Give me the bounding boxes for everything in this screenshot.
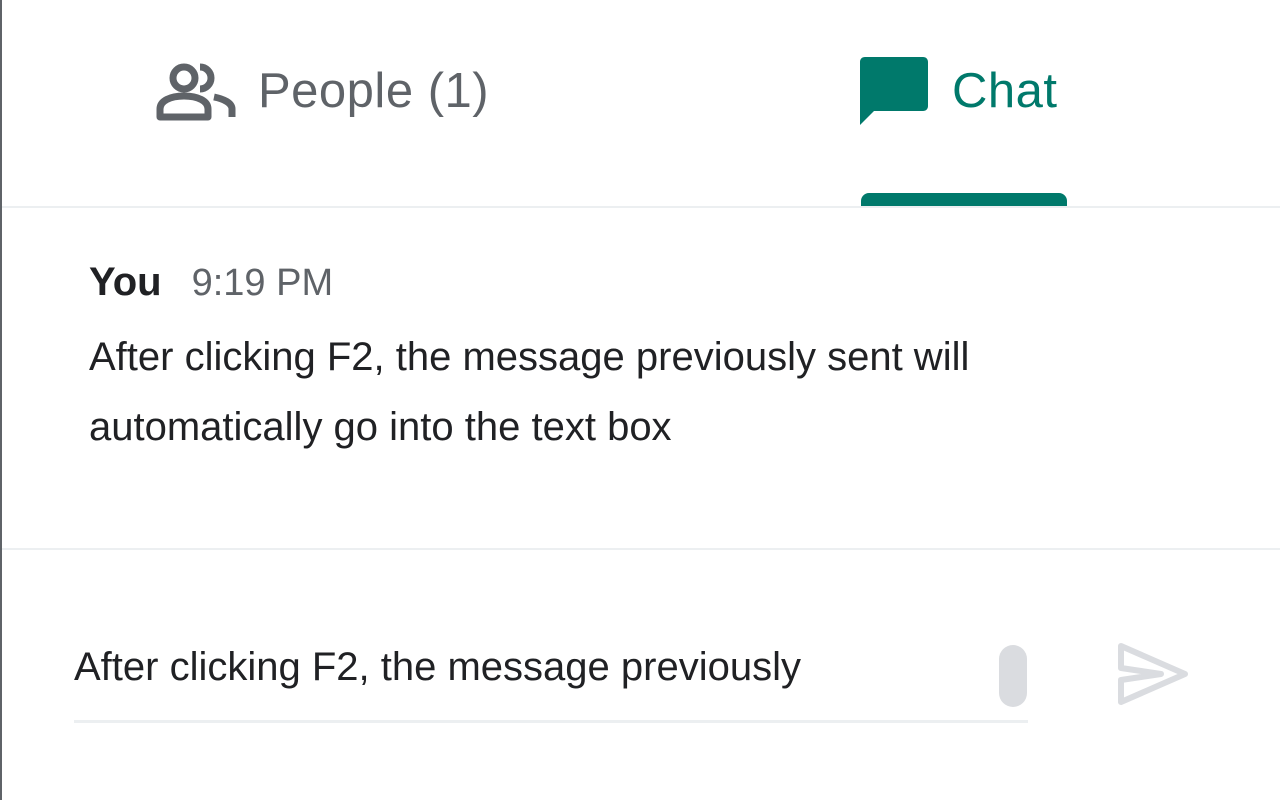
message-item: You 9:19 PM After clicking F2, the messa…	[89, 260, 1189, 462]
send-button[interactable]	[1112, 640, 1194, 712]
send-icon	[1117, 642, 1189, 711]
input-scrollbar-thumb[interactable]	[999, 645, 1027, 707]
people-icon	[156, 61, 236, 121]
composer	[2, 550, 1280, 800]
message-input[interactable]	[74, 636, 974, 698]
tab-people[interactable]: People (1)	[156, 0, 556, 206]
message-input-wrapper	[74, 620, 1028, 723]
tab-people-label: People (1)	[258, 64, 490, 118]
message-text: After clicking F2, the message previousl…	[89, 335, 970, 449]
tab-bar: People (1) Chat	[2, 0, 1280, 208]
active-tab-indicator	[861, 193, 1067, 206]
message-header: You 9:19 PM	[89, 260, 1189, 310]
chat-bubble-icon	[858, 55, 930, 127]
chat-panel: People (1) Chat You 9:19 PM After clicki…	[0, 0, 1280, 800]
message-list: You 9:19 PM After clicking F2, the messa…	[2, 208, 1280, 548]
message-sender: You	[89, 260, 162, 304]
tab-chat[interactable]: Chat	[858, 0, 1098, 206]
message-timestamp: 9:19 PM	[191, 262, 334, 304]
tab-chat-label: Chat	[952, 64, 1058, 118]
